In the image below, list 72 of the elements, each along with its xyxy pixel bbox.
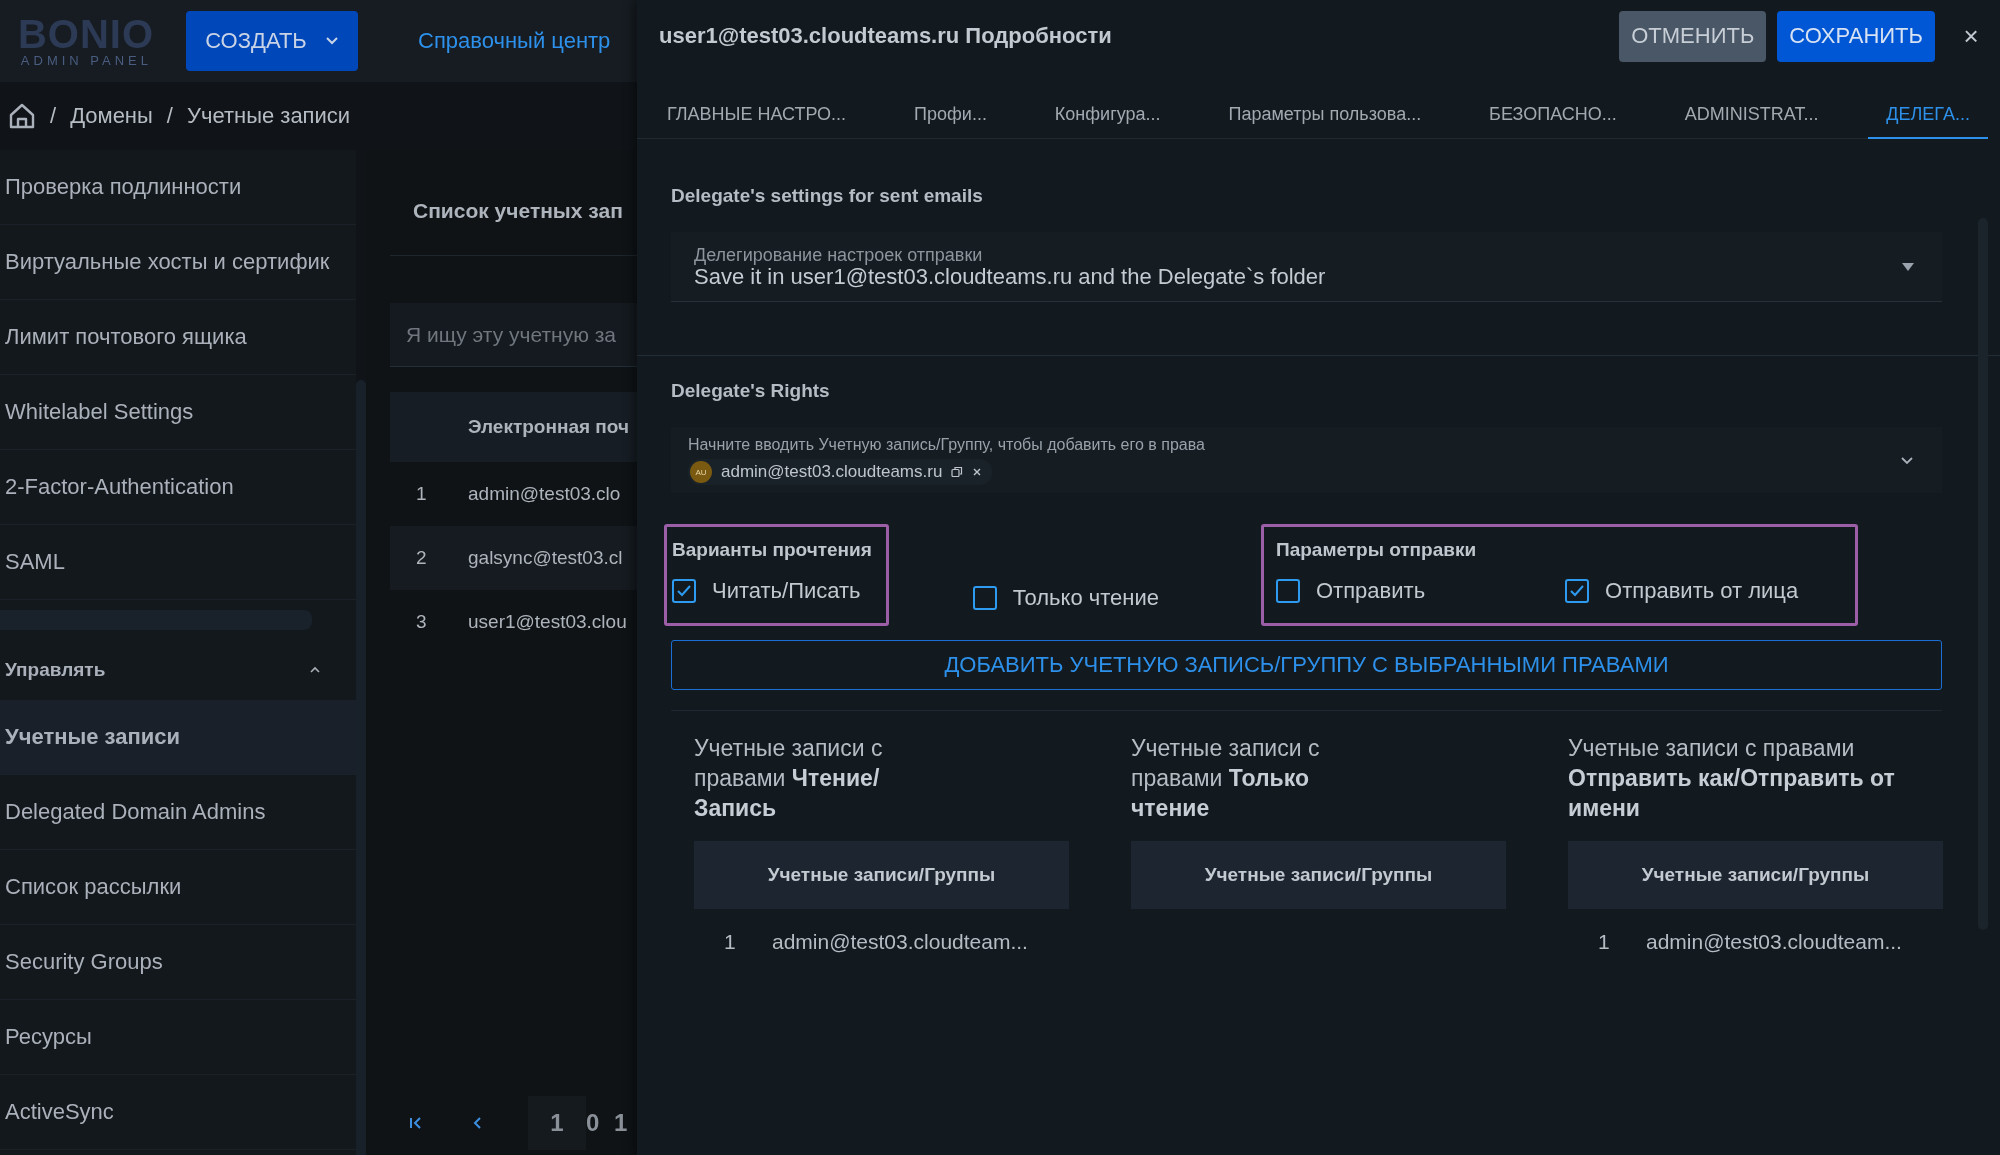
row-number: 1 xyxy=(1597,930,1611,954)
create-button[interactable]: СОЗДАТЬ xyxy=(186,11,358,71)
tab[interactable]: ДЕЛЕГА... xyxy=(1868,104,1988,139)
remove-icon xyxy=(972,467,983,477)
sidebar-item[interactable]: Проверка подлинности xyxy=(0,150,356,225)
list-title: Учетные записи с правами Только чтение xyxy=(1131,734,1321,823)
column-header: Учетные записи/Группы xyxy=(767,864,996,886)
section-heading: Delegate's settings for sent emails xyxy=(671,185,984,207)
help-link[interactable]: Справочный центр xyxy=(418,28,611,54)
section-heading: Delegate's Rights xyxy=(671,380,831,402)
tab[interactable]: ГЛАВНЫЕ НАСТРО... xyxy=(649,104,865,139)
table-row[interactable]: 1 admin@test03.clo xyxy=(390,462,637,526)
table-cell: user1@test03.clou xyxy=(468,611,627,633)
tab[interactable]: ADMINISTRAT... xyxy=(1666,104,1837,139)
check-icon xyxy=(676,584,692,598)
column-header: Учетные записи/Группы xyxy=(1204,864,1433,886)
chevron-down-icon xyxy=(324,36,339,46)
checkbox-option[interactable]: Отправить xyxy=(1276,578,1426,604)
table-cell: admin@test03.cloudteam... xyxy=(772,930,1028,954)
account-chip[interactable]: AU admin@test03.cloudteams.ru xyxy=(688,459,993,485)
breadcrumb-link[interactable]: Учетные записи xyxy=(186,103,351,129)
breadcrumb-link[interactable]: Домены xyxy=(70,103,153,129)
check-icon xyxy=(1569,584,1586,598)
home-icon xyxy=(8,102,36,130)
sidebar-item[interactable]: Виртуальные хосты и сертифик xyxy=(0,225,356,300)
add-account-button[interactable]: ДОБАВИТЬ УЧЕТНУЮ ЗАПИСЬ/ГРУППУ С ВЫБРАННЫМИ ПРАВАМИ xyxy=(671,640,1942,690)
save-button[interactable]: СОХРАНИТЬ xyxy=(1777,10,1935,62)
breadcrumb-separator: / xyxy=(166,103,173,129)
column-header: Электронная поч xyxy=(467,416,629,438)
row-number: 1 xyxy=(415,483,428,505)
table-row[interactable]: 2 galsync@test03.cl xyxy=(390,526,637,590)
search-field[interactable]: Я ищу эту учетную за xyxy=(390,303,637,367)
page-count: 0 1 xyxy=(586,1109,632,1137)
tab[interactable]: БЕЗОПАСНО... xyxy=(1471,104,1635,139)
checkbox-option[interactable]: Только чтение xyxy=(972,585,1159,611)
checkbox-option[interactable]: Читать/Писать xyxy=(672,578,861,604)
group-label: Варианты прочтения xyxy=(672,539,872,561)
table-cell: admin@test03.clo xyxy=(468,483,621,505)
avatar: AU xyxy=(690,461,712,483)
table-cell: galsync@test03.cl xyxy=(468,547,623,569)
checkbox-option[interactable]: Отправить от лица xyxy=(1565,578,1799,604)
sidebar-item[interactable]: Учетные записи xyxy=(0,700,356,775)
sidebar-section-header[interactable]: Управлять xyxy=(0,640,356,700)
checkbox[interactable] xyxy=(972,586,997,610)
group-label: Параметры отправки xyxy=(1276,539,1478,561)
first-page-icon xyxy=(408,1115,424,1131)
page-number[interactable]: 1 xyxy=(528,1096,586,1150)
copy-icon xyxy=(951,466,964,478)
list-title: Список учетных зап xyxy=(412,199,623,223)
table-row[interactable]: 3 user1@test03.clou xyxy=(390,590,637,654)
chevron-down-icon xyxy=(1900,455,1914,465)
tab[interactable]: Конфигура... xyxy=(1036,104,1179,139)
tab[interactable]: Профи... xyxy=(896,104,1005,139)
table-cell: admin@test03.cloudteam... xyxy=(1646,930,1902,954)
sidebar-item[interactable]: Лимит почтового ящика xyxy=(0,300,356,375)
row-number: 3 xyxy=(415,611,428,633)
close-button[interactable]: × xyxy=(1946,19,1996,53)
field-placeholder: Начните вводить Учетную запись/Группу, чтобы добавить его в права xyxy=(688,435,1206,455)
row-number: 2 xyxy=(415,547,428,569)
dialog-title: user1@test03.cloudteams.ru Подробности xyxy=(659,23,1113,49)
list-title: Учетные записи с правами Чтение/ Запись xyxy=(694,734,884,823)
tab[interactable]: Параметры пользова... xyxy=(1210,104,1440,139)
row-number: 1 xyxy=(723,930,737,954)
cancel-button[interactable]: ОТМЕНИТЬ xyxy=(1619,10,1767,62)
column-header: Учетные записи/Группы xyxy=(1641,864,1870,886)
logo-subtitle: ADMIN PANEL xyxy=(20,54,152,68)
breadcrumb-separator: / xyxy=(50,103,57,129)
checkbox[interactable] xyxy=(1276,579,1300,603)
dropdown-arrow-icon xyxy=(1902,262,1914,271)
list-title: Учетные записи с правами Отправить как/Отправить от имени xyxy=(1568,734,1896,823)
checkbox[interactable] xyxy=(672,579,696,603)
checkbox[interactable] xyxy=(1565,579,1590,603)
